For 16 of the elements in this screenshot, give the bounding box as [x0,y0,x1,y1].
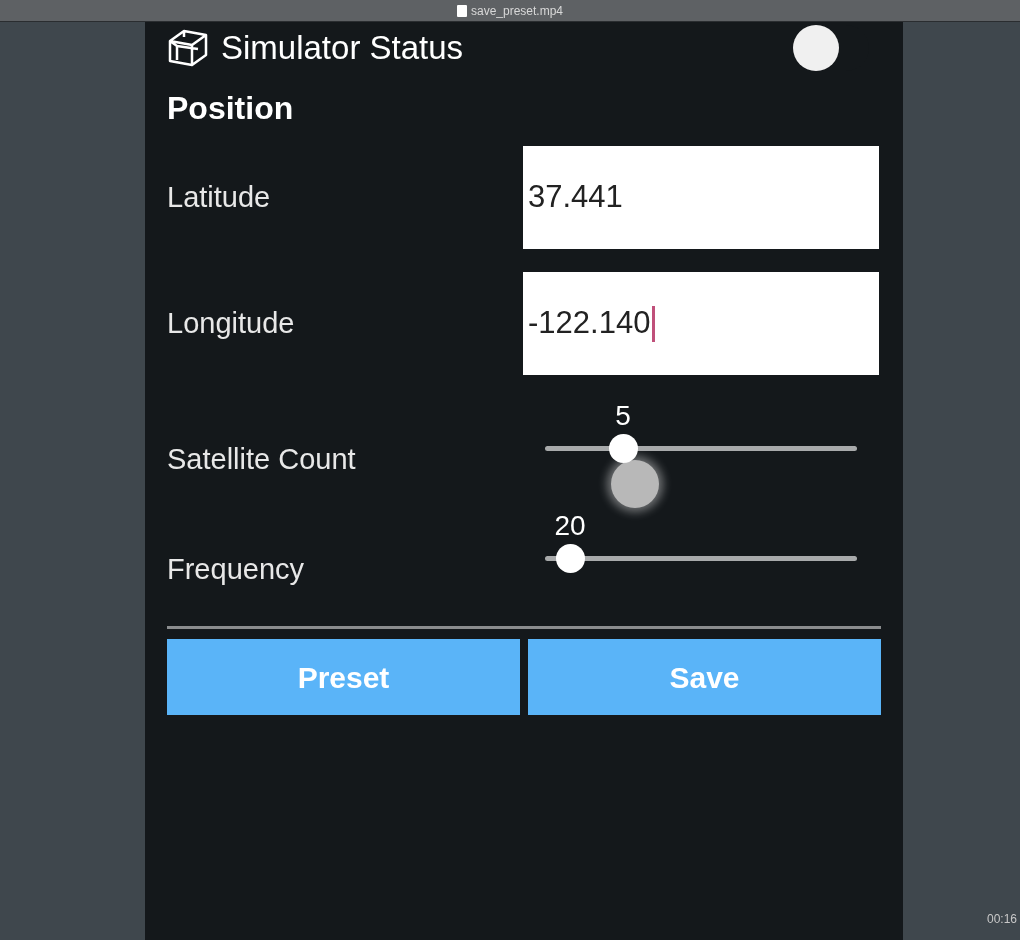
app-title: Simulator Status [221,28,464,69]
section-heading: Position [167,89,295,128]
video-time: 00:16 [986,911,1017,928]
slider-label: Frequency [167,552,305,588]
slider-thumb[interactable] [555,544,585,573]
file-icon [456,4,467,17]
input-field[interactable]: -122.140 [523,272,879,375]
field-label: Latitude [167,179,272,215]
slider-label: Satellite Count [167,442,357,478]
window-title: save_preset.mp4 [470,2,564,20]
slider-value: 5 [615,400,631,432]
slider-value: 20 [554,510,586,542]
input-field[interactable]: 37.441 [523,146,879,249]
cube-icon [167,27,209,69]
slider-thumb[interactable] [609,434,638,463]
field-label: Longitude [167,305,296,341]
